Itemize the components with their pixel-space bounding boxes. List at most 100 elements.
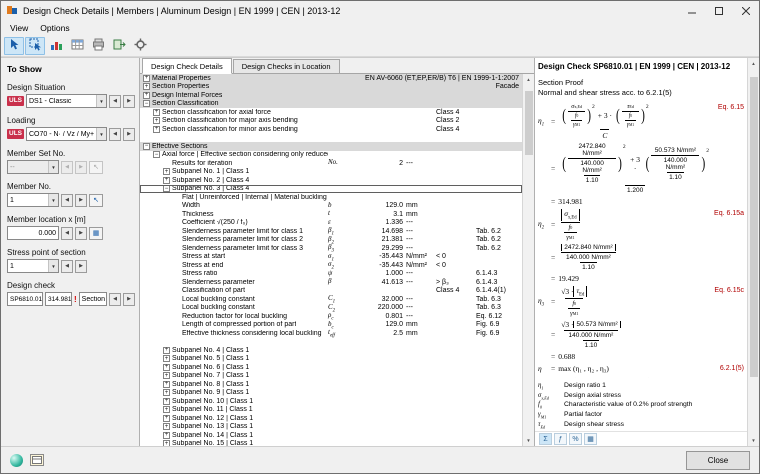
tree-toggle-icon[interactable]: + — [153, 126, 160, 133]
tree-toggle-icon[interactable]: + — [163, 168, 170, 175]
design-check-select[interactable]: Section Pro... — [79, 292, 107, 306]
table-row[interactable]: + Section Properties Facade — [140, 83, 522, 92]
export-button[interactable] — [109, 37, 129, 55]
scroll-down-icon[interactable]: ▼ — [748, 435, 759, 446]
scroll-thumb[interactable] — [750, 77, 758, 377]
select-window-button[interactable] — [25, 37, 45, 55]
tree-toggle-icon[interactable]: + — [163, 432, 170, 439]
table-row[interactable]: + Subpanel No. 6 | Class 1 — [140, 363, 522, 372]
table-row[interactable] — [140, 338, 522, 347]
table-row[interactable]: + Subpanel No. 1 | Class 1 — [140, 168, 522, 177]
scroll-down-icon[interactable]: ▼ — [523, 435, 534, 446]
details-scrollbar[interactable]: ▲ ▼ — [522, 74, 534, 446]
maximize-button[interactable] — [705, 1, 732, 20]
sum-icon[interactable]: Σ — [539, 433, 552, 445]
member-location-pick-icon[interactable]: ▦ — [89, 227, 103, 240]
table-row[interactable]: + Subpanel No. 14 | Class 1 — [140, 431, 522, 440]
menu-view[interactable]: View — [4, 22, 34, 34]
table-button[interactable] — [67, 37, 87, 55]
settings-button[interactable] — [130, 37, 150, 55]
tree-toggle-icon[interactable]: + — [163, 372, 170, 379]
code-reference[interactable]: Eq. 6.15 — [718, 104, 744, 111]
menu-options[interactable]: Options — [34, 22, 75, 34]
stress-point-prev-button[interactable]: ◀ — [61, 260, 73, 273]
tree-toggle-icon[interactable]: − — [143, 100, 150, 107]
table-row[interactable]: + Subpanel No. 4 | Class 1 — [140, 346, 522, 355]
table-row[interactable]: + Subpanel No. 2 | Class 4 — [140, 176, 522, 185]
table-row[interactable]: − Effective Sections — [140, 142, 522, 151]
tree-toggle-icon[interactable]: + — [163, 389, 170, 396]
table-row[interactable]: + Subpanel No. 7 | Class 1 — [140, 372, 522, 381]
printer-button[interactable] — [88, 37, 108, 55]
tree-toggle-icon[interactable]: − — [163, 185, 170, 192]
table-row[interactable]: + Subpanel No. 15 | Class 1 — [140, 440, 522, 447]
tree-toggle-icon[interactable]: + — [143, 92, 150, 99]
tree-toggle-icon[interactable]: + — [163, 381, 170, 388]
close-button[interactable]: Close — [686, 451, 750, 470]
tree-toggle-icon[interactable]: + — [163, 398, 170, 405]
table-row[interactable]: + Subpanel No. 8 | Class 1 — [140, 380, 522, 389]
tree-toggle-icon[interactable]: + — [163, 423, 170, 430]
table-row[interactable]: + Subpanel No. 9 | Class 1 — [140, 389, 522, 398]
render-sphere-icon[interactable] — [10, 454, 23, 467]
tree-toggle-icon[interactable]: + — [143, 75, 150, 82]
code-reference[interactable]: Eq. 6.15a — [714, 210, 744, 217]
table-row[interactable]: Results for iteration No. 2 --- — [140, 159, 522, 168]
loading-next-button[interactable]: ▶ — [123, 128, 135, 141]
table-row[interactable]: + Section classification for minor axis … — [140, 125, 522, 134]
tree-toggle-icon[interactable]: + — [163, 364, 170, 371]
table-row[interactable] — [140, 134, 522, 143]
tree-toggle-icon[interactable]: − — [143, 143, 150, 150]
select-arrow-button[interactable] — [4, 37, 24, 55]
member-pick-icon[interactable]: ↖ — [89, 194, 103, 207]
tree-toggle-icon[interactable]: + — [153, 109, 160, 116]
tree-toggle-icon[interactable]: + — [163, 355, 170, 362]
titlebar[interactable]: Design Check Details | Members | Aluminu… — [1, 1, 759, 20]
close-window-button[interactable] — [732, 1, 759, 20]
percent-icon[interactable]: % — [569, 433, 582, 445]
tree-toggle-icon[interactable]: + — [163, 347, 170, 354]
design-situation-next-button[interactable]: ▶ — [123, 95, 135, 108]
grid-icon[interactable]: ▦ — [584, 433, 597, 445]
scroll-up-icon[interactable]: ▲ — [523, 74, 534, 85]
table-row[interactable]: − Subpanel No. 3 | Class 4 — [140, 185, 522, 194]
table-row[interactable]: + Subpanel No. 13 | Class 1 — [140, 423, 522, 432]
member-location-prev-button[interactable]: ◀ — [61, 227, 73, 240]
member-location-next-button[interactable]: ▶ — [75, 227, 87, 240]
table-row[interactable]: + Design Internal Forces — [140, 91, 522, 100]
tree-toggle-icon[interactable]: + — [143, 83, 150, 90]
tab-design-checks-in-location[interactable]: Design Checks in Location — [233, 59, 340, 73]
code-reference[interactable]: Eq. 6.15c — [714, 287, 744, 294]
table-row[interactable]: Slenderness parameter β 41.613 --- > β₃ … — [140, 278, 522, 287]
code-reference[interactable]: 6.2.1(5) — [720, 365, 744, 372]
table-row[interactable]: − Section Classification — [140, 100, 522, 109]
tree-toggle-icon[interactable]: + — [153, 117, 160, 124]
table-row[interactable]: + Subpanel No. 12 | Class 1 — [140, 414, 522, 423]
tree-toggle-icon[interactable]: + — [163, 415, 170, 422]
loading-select[interactable]: CO70 - N· / Vz / My+ / Vy / ... ▼ — [26, 127, 107, 141]
member-location-input[interactable]: 0.000 — [7, 226, 59, 240]
table-row[interactable]: + Subpanel No. 11 | Class 1 — [140, 406, 522, 415]
scroll-thumb[interactable] — [525, 91, 533, 155]
design-situation-prev-button[interactable]: ◀ — [109, 95, 121, 108]
design-check-next-button[interactable]: ▶ — [123, 293, 135, 306]
table-row[interactable]: Effective thickness considering local bu… — [140, 329, 522, 338]
design-check-prev-button[interactable]: ◀ — [109, 293, 121, 306]
loading-prev-button[interactable]: ◀ — [109, 128, 121, 141]
stress-point-select[interactable]: 1 ▼ — [7, 259, 59, 273]
table-row[interactable]: + Section classification for major axis … — [140, 117, 522, 126]
table-row[interactable]: + Subpanel No. 10 | Class 1 — [140, 397, 522, 406]
tree-toggle-icon[interactable]: + — [163, 440, 170, 446]
member-select[interactable]: 1 ▼ — [7, 193, 59, 207]
minimize-button[interactable] — [678, 1, 705, 20]
tree-toggle-icon[interactable]: + — [163, 406, 170, 413]
table-row[interactable]: + Section classification for axial force… — [140, 108, 522, 117]
member-prev-button[interactable]: ◀ — [61, 194, 73, 207]
chart-button[interactable] — [46, 37, 66, 55]
table-row[interactable]: + Subpanel No. 5 | Class 1 — [140, 355, 522, 364]
window-scrollbar[interactable]: ▲ ▼ — [747, 58, 759, 446]
tree-toggle-icon[interactable]: + — [163, 177, 170, 184]
scroll-up-icon[interactable]: ▲ — [748, 58, 759, 69]
table-row[interactable]: + Material Properties EN AV-6060 (ET,EP,… — [140, 74, 522, 83]
member-next-button[interactable]: ▶ — [75, 194, 87, 207]
